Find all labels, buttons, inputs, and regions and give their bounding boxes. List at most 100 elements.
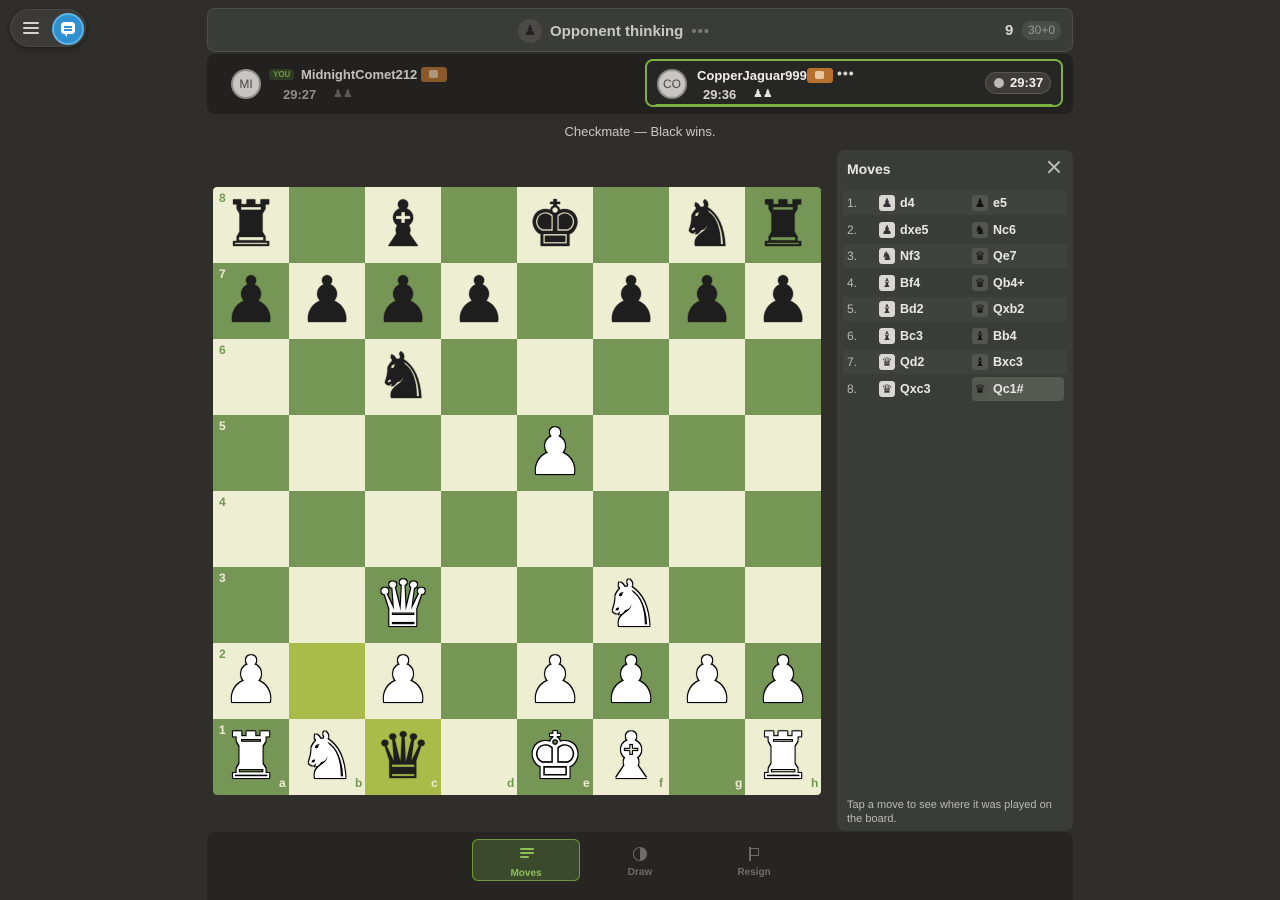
- square-b8[interactable]: [289, 187, 365, 263]
- black-pawn-g7[interactable]: ♟: [669, 263, 745, 339]
- square-b5[interactable]: [289, 415, 365, 491]
- square-e7[interactable]: [517, 263, 593, 339]
- black-pawn-h7[interactable]: ♟: [745, 263, 821, 339]
- close-icon[interactable]: [1047, 160, 1061, 174]
- square-d2[interactable]: [441, 643, 517, 719]
- square-d8[interactable]: [441, 187, 517, 263]
- white-pawn-f2[interactable]: ♟: [593, 643, 669, 719]
- black-pawn-f7[interactable]: ♟: [593, 263, 669, 339]
- move-text: e5: [993, 196, 1007, 210]
- move-white[interactable]: ♟ dxe5: [879, 218, 971, 242]
- square-e4[interactable]: [517, 491, 593, 567]
- player-name[interactable]: MidnightComet212: [301, 67, 417, 82]
- top-left-controls: [10, 9, 86, 47]
- pawn-icon: ♟: [972, 195, 988, 211]
- square-e6[interactable]: [517, 339, 593, 415]
- square-h3[interactable]: [745, 567, 821, 643]
- move-white[interactable]: ♛ Qxc3: [879, 377, 971, 401]
- square-d4[interactable]: [441, 491, 517, 567]
- white-queen-c3[interactable]: ♛: [365, 567, 441, 643]
- move-black[interactable]: ♞ Nc6: [972, 218, 1064, 242]
- chat-icon[interactable]: [52, 13, 84, 45]
- black-rook-a8[interactable]: ♜: [213, 187, 289, 263]
- black-knight-g8[interactable]: ♞: [669, 187, 745, 263]
- move-black[interactable]: ♟ e5: [972, 191, 1064, 215]
- game-result: Checkmate — Black wins.: [564, 124, 716, 139]
- move-black[interactable]: ♛ Qxb2: [972, 297, 1064, 321]
- tab-moves[interactable]: Moves: [472, 839, 580, 881]
- white-king-e1[interactable]: ♚: [517, 719, 593, 795]
- white-pawn-e5[interactable]: ♟: [517, 415, 593, 491]
- black-rook-h8[interactable]: ♜: [745, 187, 821, 263]
- square-g4[interactable]: [669, 491, 745, 567]
- square-f5[interactable]: [593, 415, 669, 491]
- black-bishop-c8[interactable]: ♝: [365, 187, 441, 263]
- move-row: 7. ♛ Qd2 ♝ Bxc3: [843, 350, 1067, 374]
- rank-label: 5: [219, 419, 226, 433]
- bishop-icon: ♝: [879, 274, 895, 291]
- move-white[interactable]: ♛ Qd2: [879, 350, 971, 374]
- more-options-icon[interactable]: •••: [837, 65, 855, 81]
- move-white[interactable]: ♝ Bf4: [879, 271, 971, 295]
- square-f8[interactable]: [593, 187, 669, 263]
- white-rook-h1[interactable]: ♜: [745, 719, 821, 795]
- square-g1[interactable]: [669, 719, 745, 795]
- player-name[interactable]: CopperJaguar999: [697, 68, 807, 83]
- square-b4[interactable]: [289, 491, 365, 567]
- move-text: Bc3: [900, 328, 923, 343]
- white-pawn-e2[interactable]: ♟: [517, 643, 593, 719]
- square-b6[interactable]: [289, 339, 365, 415]
- black-pawn-b7[interactable]: ♟: [289, 263, 365, 339]
- country-flag-icon: [421, 67, 447, 82]
- tab-resign[interactable]: Resign: [700, 839, 808, 881]
- square-f6[interactable]: [593, 339, 669, 415]
- tab-draw[interactable]: Draw: [586, 839, 694, 881]
- white-pawn-g2[interactable]: ♟: [669, 643, 745, 719]
- square-g3[interactable]: [669, 567, 745, 643]
- moves-panel: Moves 1. ♟ d4 ♟ e5 2. ♟ dxe5 ♞ Nc6 3. ♞ Nf3 ♛ Qe7 4. ♝ Bf…: [837, 150, 1073, 831]
- black-queen-c1[interactable]: ♛: [365, 719, 441, 795]
- black-king-e8[interactable]: ♚: [517, 187, 593, 263]
- white-pawn-a2[interactable]: ♟: [213, 643, 289, 719]
- square-g6[interactable]: [669, 339, 745, 415]
- move-white[interactable]: ♟ d4: [879, 191, 971, 215]
- square-b2[interactable]: [289, 643, 365, 719]
- white-bishop-f1[interactable]: ♝: [593, 719, 669, 795]
- square-c4[interactable]: [365, 491, 441, 567]
- square-f4[interactable]: [593, 491, 669, 567]
- square-d5[interactable]: [441, 415, 517, 491]
- square-d1[interactable]: [441, 719, 517, 795]
- move-black[interactable]: ♛ Qe7: [972, 244, 1064, 268]
- white-knight-b1[interactable]: ♞: [289, 719, 365, 795]
- square-d3[interactable]: [441, 567, 517, 643]
- square-c5[interactable]: [365, 415, 441, 491]
- black-pawn-a7[interactable]: ♟: [213, 263, 289, 339]
- move-black[interactable]: ♛ Qc1#: [972, 376, 1064, 401]
- move-number: 6.: [847, 328, 858, 343]
- square-g5[interactable]: [669, 415, 745, 491]
- move-black[interactable]: ♛ Qb4+: [972, 271, 1064, 295]
- square-h4[interactable]: [745, 491, 821, 567]
- white-rook-a1[interactable]: ♜: [213, 719, 289, 795]
- square-h5[interactable]: [745, 415, 821, 491]
- black-pawn-c7[interactable]: ♟: [365, 263, 441, 339]
- white-pawn-h2[interactable]: ♟: [745, 643, 821, 719]
- white-pawn-c2[interactable]: ♟: [365, 643, 441, 719]
- move-black[interactable]: ♝ Bb4: [972, 324, 1064, 348]
- move-white[interactable]: ♞ Nf3: [879, 244, 971, 268]
- square-d6[interactable]: [441, 339, 517, 415]
- bishop-icon: ♝: [972, 327, 988, 344]
- black-pawn-d7[interactable]: ♟: [441, 263, 517, 339]
- move-white[interactable]: ♝ Bc3: [879, 324, 971, 348]
- white-knight-f3[interactable]: ♞: [593, 567, 669, 643]
- move-white[interactable]: ♝ Bd2: [879, 297, 971, 321]
- chess-board[interactable]: 8 7 6 5 4 3 2 1 a b c d e f g h ♜ ♝ ♚ ♞ ♜ ♟ ♟ ♟ ♟ ♟ ♟ ♟ ♞ ♟ ♛ ♞ ♟ ♟ ♟ ♟ ♟ ♟ ♜ ♞…: [213, 187, 821, 795]
- move-black[interactable]: ♝ Bxc3: [972, 350, 1064, 374]
- square-h6[interactable]: [745, 339, 821, 415]
- move-row: 1. ♟ d4 ♟ e5: [843, 191, 1067, 215]
- black-knight-c6[interactable]: ♞: [365, 339, 441, 415]
- time-control-badge: 30+0: [1022, 21, 1062, 40]
- menu-icon[interactable]: [20, 18, 42, 38]
- square-b3[interactable]: [289, 567, 365, 643]
- square-e3[interactable]: [517, 567, 593, 643]
